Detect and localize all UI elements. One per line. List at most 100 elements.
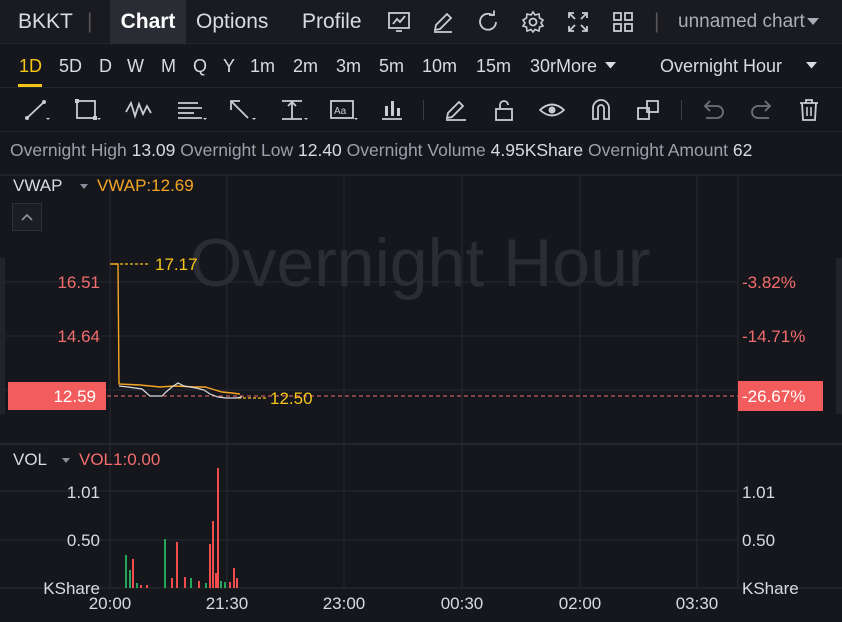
- tab-profile[interactable]: Profile: [302, 0, 362, 44]
- volume-bar: [132, 559, 134, 588]
- price-axis-tick: 14.64: [57, 327, 100, 346]
- undo-icon[interactable]: [700, 98, 726, 122]
- tab-options[interactable]: Options: [196, 0, 268, 44]
- volume-bar: [171, 578, 173, 588]
- timeframe-5d[interactable]: 5D: [59, 44, 82, 88]
- timeframe-m[interactable]: M: [161, 44, 176, 88]
- timeframe-w[interactable]: W: [127, 44, 144, 88]
- volume-bar: [136, 583, 138, 588]
- time-axis-tick: 23:00: [323, 594, 366, 613]
- volume-axis-tick: 0.50: [67, 531, 100, 550]
- volume-bar: [146, 585, 148, 588]
- session-dropdown[interactable]: Overnight Hour: [660, 44, 782, 88]
- top-nav: BKKT | Chart Options Profile | unnamed c…: [0, 0, 842, 44]
- volume-indicator-name[interactable]: VOL: [13, 450, 47, 469]
- trash-icon[interactable]: [797, 98, 821, 122]
- svg-text:Aa: Aa: [334, 106, 347, 117]
- collapse-panel-button[interactable]: [12, 203, 42, 231]
- volume-bar: [129, 570, 131, 588]
- pencil-icon[interactable]: [443, 98, 469, 122]
- chevron-down-icon[interactable]: [62, 458, 70, 464]
- overnight-high-value: 13.09: [131, 140, 176, 160]
- volume-bars: [125, 468, 238, 588]
- refresh-icon[interactable]: [476, 10, 500, 34]
- chevron-down-icon[interactable]: [806, 62, 817, 69]
- volume-bar: [229, 582, 231, 588]
- chevron-up-icon: [21, 213, 33, 221]
- chevron-down-icon[interactable]: [605, 62, 616, 69]
- timeframe-y[interactable]: Y: [223, 44, 235, 88]
- time-axis-tick: 20:00: [89, 594, 132, 613]
- chart-name-dropdown[interactable]: unnamed chart: [678, 0, 805, 44]
- vwap-value-label: VWAP:12.69: [97, 176, 194, 195]
- chart-canvas[interactable]: Overnight Hour 17.17 12.50 16.51 14.64 1…: [0, 168, 842, 622]
- current-price-value: 12.59: [53, 387, 96, 406]
- indicator-name[interactable]: VWAP: [13, 176, 62, 195]
- right-resize-handle[interactable]: [836, 258, 842, 414]
- volume-bar: [140, 585, 142, 588]
- magnet-icon[interactable]: [589, 98, 613, 122]
- overnight-amount-value: 62: [732, 140, 753, 160]
- timeframe-2m[interactable]: 2m: [293, 44, 318, 88]
- drawing-toolbar: Aa: [0, 88, 842, 132]
- layout-grid-icon[interactable]: [611, 10, 635, 34]
- overnight-volume-value: 4.95KShare: [490, 140, 584, 160]
- layers-icon[interactable]: [636, 98, 662, 122]
- chevron-down-icon[interactable]: [80, 184, 88, 190]
- line-tool-icon[interactable]: [24, 98, 50, 122]
- timeframe-d[interactable]: D: [99, 44, 112, 88]
- volume-bar: [184, 577, 186, 588]
- left-resize-handle[interactable]: [0, 258, 5, 414]
- timeframe-10m[interactable]: 10m: [422, 44, 457, 88]
- timeframe-5m[interactable]: 5m: [379, 44, 404, 88]
- settings-icon[interactable]: [521, 10, 545, 34]
- measure-tool-icon[interactable]: [279, 98, 309, 122]
- timeframe-30m[interactable]: 30r: [530, 44, 557, 88]
- toolbar-divider: [681, 100, 682, 120]
- nav-divider: |: [654, 10, 660, 33]
- time-axis-tick: 21:30: [206, 594, 249, 613]
- vol-value-label: VOL1:0.00: [79, 450, 161, 469]
- rectangle-tool-icon[interactable]: [74, 98, 102, 122]
- volume-bar: [164, 539, 166, 588]
- volume-bar: [233, 568, 235, 588]
- volume-bar: [220, 581, 222, 588]
- volume-axis-tick: 1.01: [67, 483, 100, 502]
- selected-underline: [18, 84, 42, 87]
- symbol-label[interactable]: BKKT: [18, 0, 73, 44]
- volume-bar: [212, 521, 214, 588]
- fullscreen-icon[interactable]: [566, 10, 590, 34]
- timeframe-1m[interactable]: 1m: [250, 44, 275, 88]
- volume-indicator-selector[interactable]: VOL: [13, 450, 47, 470]
- lock-icon[interactable]: [492, 98, 516, 122]
- pattern-tool-icon[interactable]: [124, 98, 156, 122]
- edit-icon[interactable]: [431, 10, 455, 34]
- indicator-tool-icon[interactable]: [380, 98, 404, 122]
- percent-axis-tick: -14.71%: [742, 327, 805, 346]
- session-low-marker: 12.50: [270, 389, 313, 408]
- text-tool-icon[interactable]: Aa: [329, 98, 359, 122]
- price-indicator-selector[interactable]: VWAP: [13, 176, 62, 196]
- timeframe-3m[interactable]: 3m: [336, 44, 361, 88]
- timeframe-q[interactable]: Q: [193, 44, 207, 88]
- redo-icon[interactable]: [749, 98, 775, 122]
- arrow-tool-icon[interactable]: [228, 98, 258, 122]
- overnight-amount-label: Overnight Amount: [587, 140, 729, 160]
- volume-bar: [217, 468, 219, 588]
- volume-axis-tick: 0.50: [742, 531, 775, 550]
- current-pct-value: -26.67%: [742, 387, 805, 406]
- tab-chart[interactable]: Chart: [110, 0, 186, 44]
- volume-bar: [198, 581, 200, 588]
- eye-icon[interactable]: [539, 98, 565, 122]
- volume-bar: [215, 573, 217, 588]
- timeframe-15m[interactable]: 15m: [476, 44, 511, 88]
- time-axis-tick: 03:30: [676, 594, 719, 613]
- chevron-down-icon[interactable]: [807, 18, 819, 26]
- session-info-bar: Overnight High 13.09 Overnight Low 12.40…: [10, 140, 752, 161]
- fib-tool-icon[interactable]: [176, 98, 208, 122]
- chart-monitor-icon[interactable]: [387, 10, 411, 34]
- more-dropdown[interactable]: More: [556, 44, 597, 88]
- volume-bar: [236, 578, 238, 588]
- timeframe-1d[interactable]: 1D: [19, 44, 42, 88]
- volume-bar: [190, 578, 192, 588]
